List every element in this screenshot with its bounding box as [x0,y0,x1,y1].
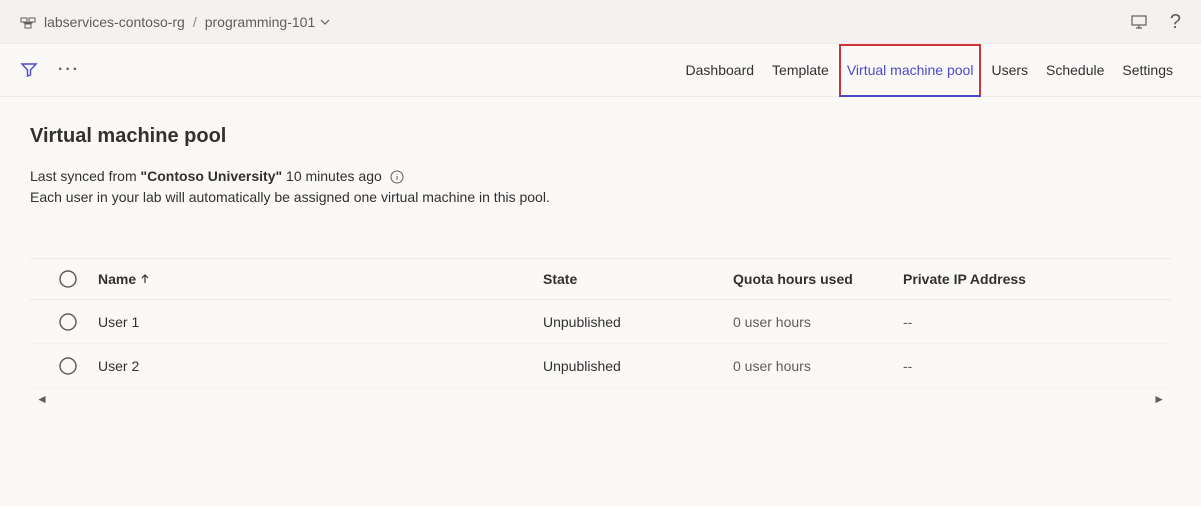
row-checkbox[interactable] [38,312,98,332]
cell-state: Unpublished [543,314,733,330]
cell-name: User 2 [98,358,543,374]
col-state[interactable]: State [543,271,733,287]
breadcrumb-current[interactable]: programming-101 [205,14,332,30]
table-row[interactable]: User 1 Unpublished 0 user hours -- [30,300,1171,344]
info-icon[interactable] [390,170,404,184]
scroll-right-icon[interactable]: ► [1153,392,1165,406]
table-header-row: Name State Quota hours used Private IP A… [30,258,1171,300]
tab-virtual-machine-pool[interactable]: Virtual machine pool [839,44,982,97]
table-row[interactable]: User 2 Unpublished 0 user hours -- [30,344,1171,388]
breadcrumb: labservices-contoso-rg / programming-101 [20,14,1130,30]
help-icon[interactable]: ? [1170,12,1181,32]
monitor-icon[interactable] [1130,13,1148,31]
horizontal-scroll-hint: ◄ ► [30,388,1171,406]
filter-icon[interactable] [20,61,38,79]
tab-settings[interactable]: Settings [1114,44,1181,97]
tab-schedule[interactable]: Schedule [1038,44,1112,97]
col-quota[interactable]: Quota hours used [733,271,903,287]
sort-asc-icon [140,274,150,284]
cell-state: Unpublished [543,358,733,374]
select-all-checkbox[interactable] [38,269,98,289]
top-bar: labservices-contoso-rg / programming-101… [0,0,1201,44]
col-ip[interactable]: Private IP Address [903,271,1163,287]
breadcrumb-root[interactable]: labservices-contoso-rg [44,14,185,30]
page-title: Virtual machine pool [30,125,1171,148]
tab-users[interactable]: Users [983,44,1036,97]
main-content: Virtual machine pool Last synced from "C… [0,97,1201,406]
sync-status: Last synced from "Contoso University" 10… [30,166,1171,187]
cell-quota: 0 user hours [733,314,903,330]
cell-quota: 0 user hours [733,358,903,374]
more-icon[interactable]: ··· [58,61,80,79]
row-checkbox[interactable] [38,356,98,376]
command-bar: ··· Dashboard Template Virtual machine p… [0,44,1201,97]
tab-dashboard[interactable]: Dashboard [678,44,763,97]
chevron-down-icon [319,16,331,28]
main-nav: Dashboard Template Virtual machine pool … [678,44,1181,97]
cell-name: User 1 [98,314,543,330]
vm-table: Name State Quota hours used Private IP A… [30,258,1171,406]
top-actions: ? [1130,12,1181,32]
cell-ip: -- [903,358,1163,374]
tab-template[interactable]: Template [764,44,837,97]
page-description: Each user in your lab will automatically… [30,187,1171,208]
col-name[interactable]: Name [98,271,543,287]
breadcrumb-separator: / [193,14,197,30]
scroll-left-icon[interactable]: ◄ [36,392,48,406]
cell-ip: -- [903,314,1163,330]
resource-group-icon [20,14,36,30]
